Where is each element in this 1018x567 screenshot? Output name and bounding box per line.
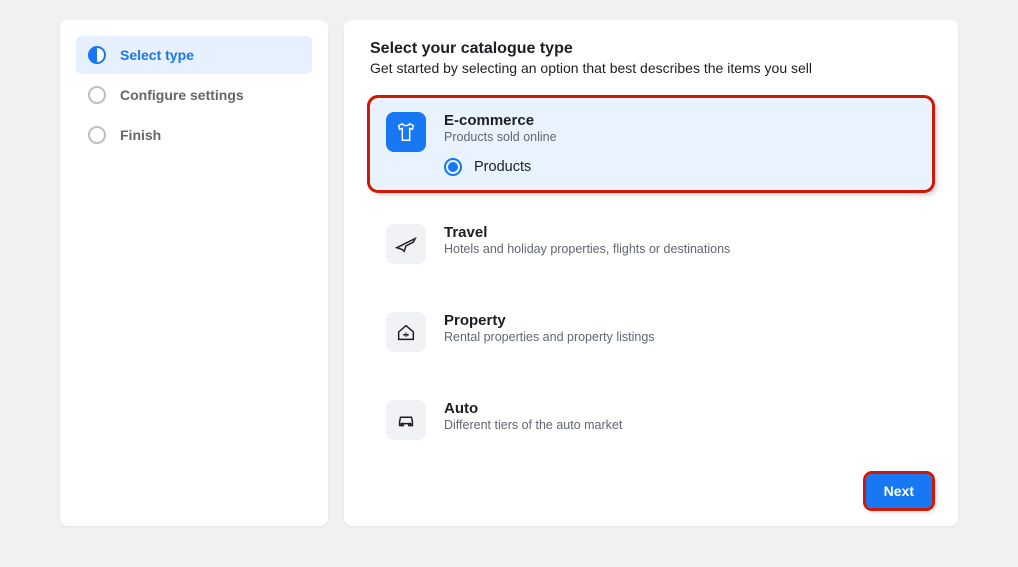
step-indicator-icon — [88, 86, 106, 104]
sub-option-products[interactable]: Products — [444, 158, 916, 176]
option-title: Property — [444, 312, 916, 329]
step-label: Select type — [120, 47, 194, 63]
airplane-icon — [386, 224, 426, 264]
option-title: Travel — [444, 224, 916, 241]
option-property[interactable]: $ Property Rental properties and propert… — [370, 298, 932, 366]
step-configure-settings[interactable]: Configure settings — [76, 76, 312, 114]
option-desc: Different tiers of the auto market — [444, 418, 916, 432]
page-title: Select your catalogue type — [370, 40, 932, 58]
wizard-sidebar: Select type Configure settings Finish — [60, 20, 328, 526]
option-desc: Hotels and holiday properties, flights o… — [444, 242, 916, 256]
option-text: E-commerce Products sold online Products — [444, 112, 916, 176]
catalogue-options: E-commerce Products sold online Products… — [370, 98, 932, 454]
option-text: Property Rental properties and property … — [444, 312, 916, 344]
option-title: Auto — [444, 400, 916, 417]
step-indicator-icon — [88, 46, 106, 64]
next-button[interactable]: Next — [866, 474, 932, 508]
svg-text:$: $ — [404, 333, 407, 339]
option-text: Travel Hotels and holiday properties, fl… — [444, 224, 916, 256]
step-indicator-icon — [88, 126, 106, 144]
step-label: Configure settings — [120, 87, 244, 103]
option-desc: Rental properties and property listings — [444, 330, 916, 344]
house-icon: $ — [386, 312, 426, 352]
sub-option-label: Products — [474, 159, 531, 175]
step-select-type[interactable]: Select type — [76, 36, 312, 74]
option-text: Auto Different tiers of the auto market — [444, 400, 916, 432]
car-icon — [386, 400, 426, 440]
option-ecommerce[interactable]: E-commerce Products sold online Products — [370, 98, 932, 190]
main-panel: Select your catalogue type Get started b… — [344, 20, 958, 526]
option-title: E-commerce — [444, 112, 916, 129]
radio-selected-icon — [444, 158, 462, 176]
option-auto[interactable]: Auto Different tiers of the auto market — [370, 386, 932, 454]
option-travel[interactable]: Travel Hotels and holiday properties, fl… — [370, 210, 932, 278]
tshirt-icon — [386, 112, 426, 152]
footer: Next — [370, 454, 932, 508]
step-label: Finish — [120, 127, 161, 143]
page-subtitle: Get started by selecting an option that … — [370, 60, 932, 76]
step-finish[interactable]: Finish — [76, 116, 312, 154]
option-desc: Products sold online — [444, 130, 916, 144]
